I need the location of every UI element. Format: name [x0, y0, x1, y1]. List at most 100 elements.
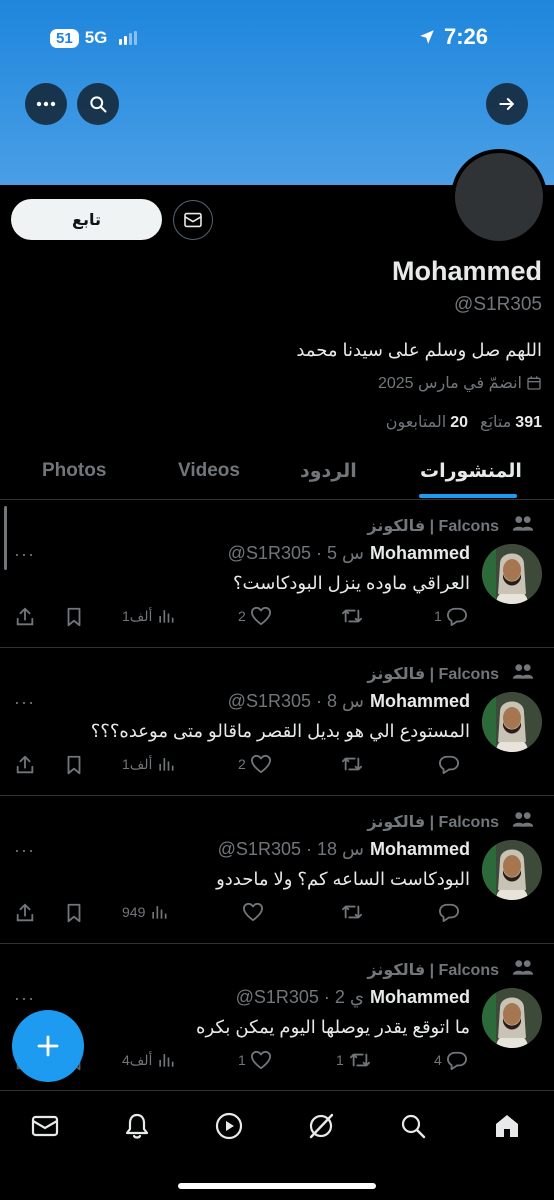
- post-more-button[interactable]: ···: [14, 988, 35, 1009]
- tab-posts[interactable]: المنشورات: [420, 460, 522, 483]
- nav-messages[interactable]: [28, 1109, 62, 1143]
- post-actions: 949: [0, 902, 554, 928]
- post-avatar[interactable]: [482, 692, 542, 752]
- network-type: 5G: [84, 28, 108, 47]
- following-count: 391: [515, 414, 542, 431]
- post-avatar[interactable]: [482, 544, 542, 604]
- profile-bio: اللهم صل وسلم على سيدنا محمد: [296, 340, 542, 360]
- home-icon: [496, 1115, 518, 1137]
- heart-icon: [243, 902, 264, 922]
- post-author[interactable]: Mohammed: [370, 543, 470, 564]
- repost-button[interactable]: [336, 902, 364, 922]
- views-button[interactable]: 4ألف: [122, 1050, 176, 1070]
- grok-icon: [309, 1113, 334, 1139]
- views-count: 949: [122, 904, 146, 920]
- reply-button[interactable]: [434, 754, 460, 774]
- share-icon: [16, 755, 34, 774]
- active-tab-indicator: [419, 494, 517, 498]
- views-button[interactable]: 1ألف: [122, 606, 176, 626]
- envelope-icon: [184, 212, 202, 228]
- like-button[interactable]: 1: [238, 1050, 272, 1070]
- repost-icon: [342, 905, 363, 919]
- post-author[interactable]: Mohammed: [370, 839, 470, 860]
- repost-button[interactable]: [336, 606, 364, 626]
- search-icon: [90, 96, 107, 113]
- community-label[interactable]: فالكونز | Falcons: [367, 516, 499, 536]
- post-more-button[interactable]: ···: [14, 692, 35, 713]
- tab-photos[interactable]: Photos: [42, 460, 106, 482]
- reply-icon: [446, 1051, 467, 1070]
- post-author[interactable]: Mohammed: [370, 691, 470, 712]
- tab-replies[interactable]: الردود: [300, 460, 357, 483]
- signal-badge: 51: [50, 28, 79, 48]
- avatar-photo: [482, 692, 542, 752]
- share-button[interactable]: [14, 606, 36, 628]
- repost-icon: [349, 1053, 370, 1067]
- carrier-info: 51 5G: [50, 28, 138, 48]
- post-item[interactable]: فالكونز | Falcons @S1R305 · 5 س Mohammed…: [0, 500, 554, 648]
- bookmark-button[interactable]: [64, 754, 84, 776]
- post-avatar[interactable]: [482, 840, 542, 900]
- post-header: @S1R305 · 2 ي Mohammed: [236, 987, 470, 1008]
- nav-search[interactable]: [396, 1109, 430, 1143]
- views-chart-icon: [159, 758, 174, 771]
- post-meta: @S1R305 · 2 ي: [235, 987, 364, 1007]
- views-chart-icon: [159, 1054, 174, 1067]
- nav-video[interactable]: [212, 1109, 246, 1143]
- repost-icon: [342, 609, 363, 623]
- location-arrow-icon: [420, 30, 434, 44]
- back-button[interactable]: [486, 83, 528, 125]
- more-options-button[interactable]: [25, 83, 67, 125]
- views-button[interactable]: 1ألف: [122, 754, 176, 774]
- post-meta: @S1R305 · 8 س: [227, 691, 364, 711]
- post-more-button[interactable]: ···: [14, 544, 35, 565]
- nav-notifications[interactable]: [120, 1109, 154, 1143]
- community-label[interactable]: فالكونز | Falcons: [367, 812, 499, 832]
- following-link[interactable]: 391متابَع: [480, 412, 542, 432]
- profile-avatar[interactable]: [451, 149, 547, 245]
- views-button[interactable]: 949: [122, 902, 169, 922]
- like-button[interactable]: [238, 902, 264, 922]
- post-item[interactable]: فالكونز | Falcons @S1R305 · 2 ي Mohammed…: [0, 944, 554, 1092]
- replies-count: 4: [434, 1052, 442, 1068]
- reply-button[interactable]: [434, 902, 460, 922]
- post-more-button[interactable]: ···: [14, 840, 35, 861]
- views-count: 1ألف: [122, 607, 153, 624]
- post-author[interactable]: Mohammed: [370, 987, 470, 1008]
- search-profile-button[interactable]: [77, 83, 119, 125]
- repost-button[interactable]: [336, 754, 364, 774]
- status-bar: 51 5G 7:26: [0, 24, 554, 54]
- like-button[interactable]: 2: [238, 606, 272, 626]
- bookmark-button[interactable]: [64, 606, 84, 628]
- message-button[interactable]: [173, 200, 213, 240]
- reply-button[interactable]: 4: [434, 1050, 468, 1070]
- followers-count: 20: [450, 414, 469, 431]
- heart-icon: [250, 606, 271, 626]
- reply-icon: [438, 903, 459, 922]
- post-item[interactable]: فالكونز | Falcons @S1R305 · 18 س Mohamme…: [0, 796, 554, 944]
- like-button[interactable]: 2: [238, 754, 272, 774]
- bookmark-icon: [67, 755, 81, 775]
- home-indicator: [178, 1183, 376, 1189]
- post-item[interactable]: فالكونز | Falcons @S1R305 · 8 س Mohammed…: [0, 648, 554, 796]
- nav-grok[interactable]: [304, 1109, 338, 1143]
- views-count: 4ألف: [122, 1051, 153, 1068]
- repost-button[interactable]: 1: [336, 1050, 372, 1070]
- follow-button[interactable]: تابع: [11, 199, 162, 240]
- following-label: متابَع: [480, 414, 512, 431]
- post-text: ما اتوقع يقدر يوصلها اليوم يمكن بكره: [196, 1017, 470, 1037]
- bookmark-icon: [67, 903, 81, 923]
- share-button[interactable]: [14, 902, 36, 924]
- nav-home[interactable]: [490, 1109, 524, 1143]
- share-button[interactable]: [14, 754, 36, 776]
- compose-button[interactable]: [12, 1010, 84, 1082]
- community-label[interactable]: فالكونز | Falcons: [367, 664, 499, 684]
- tab-videos[interactable]: Videos: [178, 460, 240, 482]
- likes-count: 1: [238, 1052, 246, 1068]
- community-name: فالكونز | Falcons: [367, 518, 499, 535]
- bookmark-button[interactable]: [64, 902, 84, 924]
- community-label[interactable]: فالكونز | Falcons: [367, 960, 499, 980]
- followers-link[interactable]: 20المتابعون: [386, 412, 468, 432]
- post-avatar[interactable]: [482, 988, 542, 1048]
- reply-button[interactable]: 1: [434, 606, 468, 626]
